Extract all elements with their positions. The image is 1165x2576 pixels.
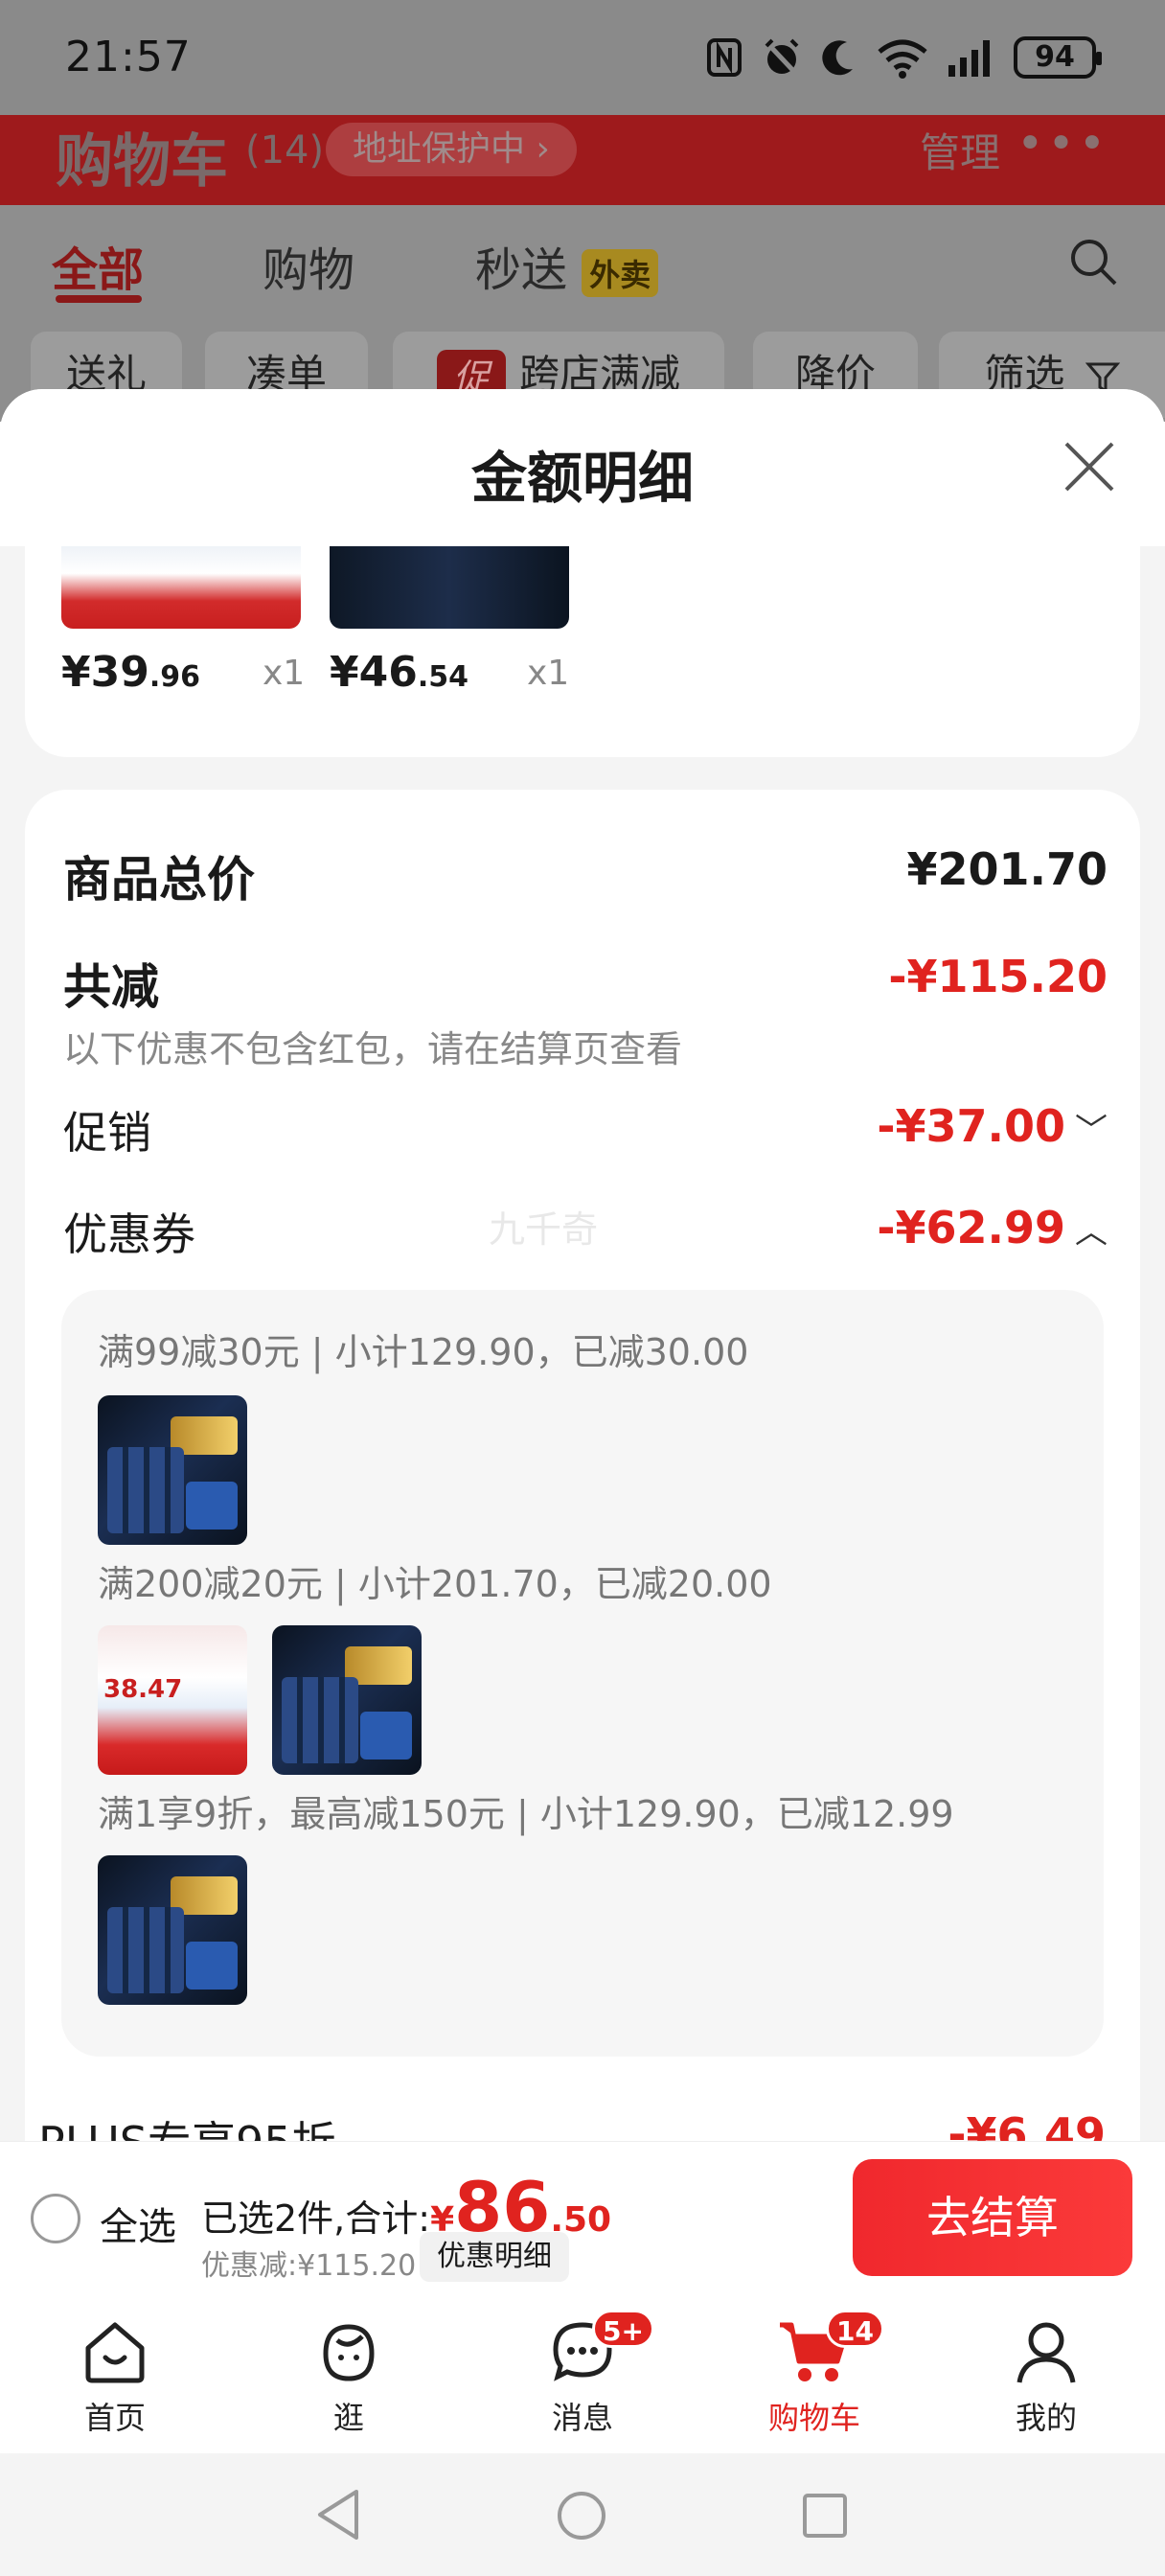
plus-discount-row: PLUS专享95折 -¥6.49 (38, 2116, 1131, 2141)
status-icons: 94 (705, 33, 1102, 82)
price-detail-card: 商品总价 ¥201.70 共减 -¥115.20 以下优惠不包含红包，请在结算页… (25, 790, 1140, 2141)
manage-button[interactable]: 管理 (920, 121, 1000, 179)
product-quantity: x1 (263, 654, 306, 693)
product-image-tissue[interactable] (61, 546, 301, 629)
nav-home[interactable]: 首页 (38, 2315, 192, 2438)
promotion-row-toggle[interactable]: -¥37.00 ﹀ (877, 1100, 1108, 1152)
plus-discount-value: -¥6.49 (948, 2116, 1106, 2141)
top-tabs: 全部 购物 秒送 外卖 (0, 205, 1165, 326)
total-reduce-label: 共减 (63, 959, 159, 1015)
close-icon[interactable] (1062, 439, 1117, 498)
coupon-product-shampoo[interactable] (98, 1395, 247, 1545)
coupon-row-toggle[interactable]: -¥62.99 ︿ (877, 1202, 1108, 1254)
product-price: ¥46.54 (330, 648, 468, 697)
nav-browse[interactable]: 逛 (272, 2315, 425, 2438)
address-protection-pill[interactable]: 地址保护中 › (326, 123, 577, 176)
profile-icon (1017, 2322, 1076, 2383)
product-price: ¥39.96 (61, 648, 200, 697)
home-circle-icon[interactable] (556, 2490, 607, 2542)
product-price-main: ¥46 (330, 648, 418, 697)
promotion-label: 促销 (63, 1107, 151, 1159)
discount-amount: 优惠减:¥115.20 (201, 2249, 417, 2283)
tab-underline (56, 295, 142, 303)
watermark-text: 九千奇 (489, 1208, 599, 1251)
coupon-rule-3: 满1享9折，最高减150元 | 小计129.90，已减12.99 (98, 1793, 954, 1835)
product-price-cents: .54 (417, 660, 469, 694)
cart-header: 购物车 (14) 地址保护中 › 管理 ••• (0, 115, 1165, 205)
coupon-product-tissue[interactable]: 38.47 (98, 1625, 247, 1775)
total-reduce-value: -¥115.20 (888, 951, 1108, 1002)
reduce-note: 以下优惠不包含红包，请在结算页查看 (63, 1028, 683, 1070)
coupon-product-shampoo[interactable] (272, 1625, 422, 1775)
recents-icon[interactable] (801, 2492, 849, 2540)
wifi-icon (878, 39, 927, 79)
nav-messages[interactable]: 消息 5+ (506, 2310, 659, 2438)
nav-cart-label: 购物车 (767, 2400, 860, 2436)
moon-icon (822, 40, 853, 76)
chevron-up-icon: ︿ (1075, 1213, 1108, 1252)
coupon-product-shampoo[interactable] (98, 1855, 247, 2005)
status-time: 21:57 (65, 33, 192, 81)
coupon-value: -¥62.99 (877, 1202, 1065, 1254)
nav-profile[interactable]: 我的 (970, 2315, 1123, 2438)
product-price-main: ¥39 (61, 648, 149, 697)
tissue-price-tag: 38.47 (103, 1675, 183, 1704)
back-icon[interactable] (314, 2488, 362, 2542)
selected-count-text: 已选2件,合计: (201, 2197, 431, 2240)
selected-products-card: ¥39.96 x1 ¥46.54 x1 (25, 546, 1140, 757)
battery-indicator: 94 (1014, 36, 1102, 79)
chevron-down-icon: ﹀ (1075, 1112, 1108, 1150)
cart-title: 购物车 (56, 128, 228, 196)
discount-detail-button[interactable]: 优惠明细 (420, 2232, 569, 2282)
coupon-rule-1: 满99减30元 | 小计129.90，已减30.00 (98, 1331, 749, 1373)
signal-icon (948, 40, 990, 77)
nav-messages-label: 消息 (551, 2400, 613, 2436)
nav-profile-label: 我的 (1015, 2400, 1077, 2436)
tab-all[interactable]: 全部 (52, 232, 144, 299)
promotion-value: -¥37.00 (877, 1100, 1065, 1152)
coupon-rule-2: 满200减20元 | 小计201.70，已减20.00 (98, 1563, 772, 1605)
tab-instant[interactable]: 秒送 外卖 (475, 232, 659, 299)
nav-cart[interactable]: 购物车 14 (738, 2310, 891, 2438)
cart-badge: 14 (826, 2310, 884, 2348)
select-all-label[interactable]: 全选 (100, 2196, 176, 2251)
messages-badge: 5+ (592, 2310, 654, 2348)
home-icon (85, 2322, 145, 2383)
goods-total-value: ¥201.70 (906, 843, 1108, 895)
amount-detail-sheet: 金额明细 ¥39.96 x1 ¥46.54 x1 商品总价 ¥201.70 共减… (0, 389, 1165, 2141)
search-icon[interactable] (1067, 236, 1119, 291)
coupon-label: 优惠券 (63, 1208, 195, 1260)
nfc-icon (707, 38, 742, 77)
system-nav-bar (0, 2453, 1165, 2576)
checkout-bar: 全选 已选2件,合计:¥86.50 优惠减:¥115.20 优惠明细 去结算 (0, 2141, 1165, 2294)
tab-shopping[interactable]: 购物 (263, 232, 354, 299)
status-bar: 21:57 94 (0, 0, 1165, 115)
select-all-radio[interactable] (31, 2194, 80, 2243)
bottom-nav: 首页 逛 消息 5+ 购物车 14 我的 (0, 2294, 1165, 2453)
product-price-cents: .96 (148, 660, 201, 694)
nav-browse-label: 逛 (332, 2400, 364, 2436)
plus-discount-label: PLUS专享95折 (38, 2116, 335, 2141)
goods-total-label: 商品总价 (63, 852, 255, 908)
coupon-breakdown: 满99减30元 | 小计129.90，已减30.00 满200减20元 | 小计… (61, 1290, 1104, 2057)
cart-count: (14) (245, 128, 325, 172)
alarm-off-icon (765, 38, 799, 77)
checkout-button[interactable]: 去结算 (853, 2159, 1132, 2276)
nav-home-label: 首页 (83, 2400, 146, 2436)
sheet-header: 金额明细 (0, 389, 1165, 546)
sheet-title: 金额明细 (470, 446, 694, 511)
takeout-badge: 外卖 (582, 249, 659, 297)
product-quantity: x1 (527, 654, 570, 693)
more-menu-icon[interactable]: ••• (1017, 117, 1109, 171)
product-image-shampoo[interactable] (330, 546, 569, 629)
tab-instant-label: 秒送 (475, 243, 568, 297)
browse-icon (323, 2324, 375, 2381)
